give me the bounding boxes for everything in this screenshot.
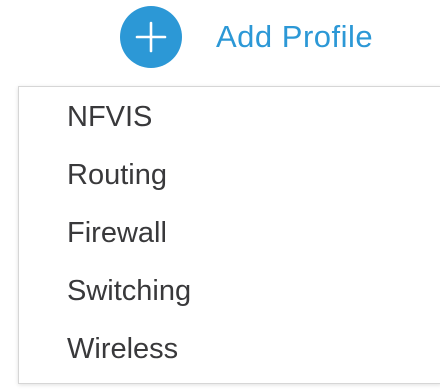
menu-item-wireless[interactable]: Wireless <box>67 329 178 369</box>
profile-type-dropdown-menu: NFVIS Routing Firewall Switching Wireles… <box>18 86 440 384</box>
menu-item-nfvis[interactable]: NFVIS <box>67 97 152 137</box>
page: Add Profile NFVIS Routing Firewall Switc… <box>0 0 440 390</box>
plus-icon <box>135 21 167 53</box>
menu-item-switching[interactable]: Switching <box>67 271 191 311</box>
plus-circle-icon[interactable] <box>120 6 182 68</box>
add-profile-button[interactable]: Add Profile <box>120 6 373 68</box>
menu-item-firewall[interactable]: Firewall <box>67 213 167 253</box>
add-profile-label[interactable]: Add Profile <box>216 19 373 55</box>
menu-item-routing[interactable]: Routing <box>67 155 167 195</box>
